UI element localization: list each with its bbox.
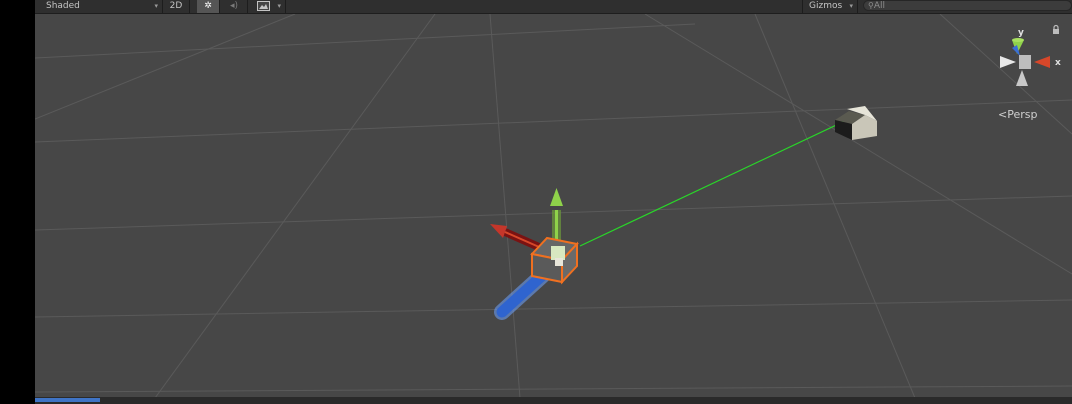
chevron-down-icon: ▾ xyxy=(849,2,853,10)
image-effects-icon xyxy=(257,1,270,11)
active-tab-indicator[interactable] xyxy=(35,398,100,402)
effects-dropdown[interactable]: ▾ xyxy=(252,0,286,13)
lighting-toggle-button[interactable]: ✲ xyxy=(197,0,220,13)
chevron-down-icon: ▾ xyxy=(154,2,158,10)
projection-label: Persp xyxy=(1007,108,1038,121)
x-axis-letter: x xyxy=(1055,58,1061,68)
gizmos-dropdown[interactable]: Gizmos ▾ xyxy=(802,0,858,13)
lock-icon[interactable] xyxy=(1051,24,1061,36)
hierarchy-search-input[interactable]: ⚲All xyxy=(863,0,1072,11)
2d-toggle-button[interactable]: 2D xyxy=(163,0,190,13)
x-cone-icon[interactable] xyxy=(1034,56,1050,68)
target-cube[interactable] xyxy=(835,106,877,140)
shading-mode-dropdown[interactable]: Shaded ▾ xyxy=(35,0,163,13)
light-ray-line xyxy=(579,119,848,247)
neg-z-cone-icon[interactable] xyxy=(1016,70,1028,86)
speaker-icon: ◂) xyxy=(229,1,239,11)
shading-mode-label: Shaded xyxy=(46,1,80,11)
neg-x-cone-icon[interactable] xyxy=(1000,56,1016,68)
gizmos-label: Gizmos xyxy=(809,1,843,11)
projection-toggle[interactable]: <Persp xyxy=(998,108,1037,121)
y-axis-letter: y xyxy=(1018,28,1024,38)
persp-chevron-icon: < xyxy=(998,108,1008,121)
search-placeholder: All xyxy=(873,1,886,11)
move-tool-gizmo[interactable] xyxy=(490,188,579,320)
audio-toggle-button[interactable]: ◂) xyxy=(221,0,248,13)
sun-icon: ✲ xyxy=(204,1,212,11)
2d-toggle-label: 2D xyxy=(169,1,183,11)
chevron-down-icon: ▾ xyxy=(277,2,281,10)
scene-viewport[interactable] xyxy=(35,14,1072,398)
scene-view[interactable]: Shaded ▾ 2D ✲ ◂) ▾ Gizmos ▾ ⚲All y x <Pe… xyxy=(35,0,1072,404)
center-cube-icon[interactable] xyxy=(1019,55,1031,69)
bottom-bar xyxy=(35,397,1072,404)
scene-toolbar: Shaded ▾ 2D ✲ ◂) ▾ Gizmos ▾ ⚲All xyxy=(35,0,1072,14)
